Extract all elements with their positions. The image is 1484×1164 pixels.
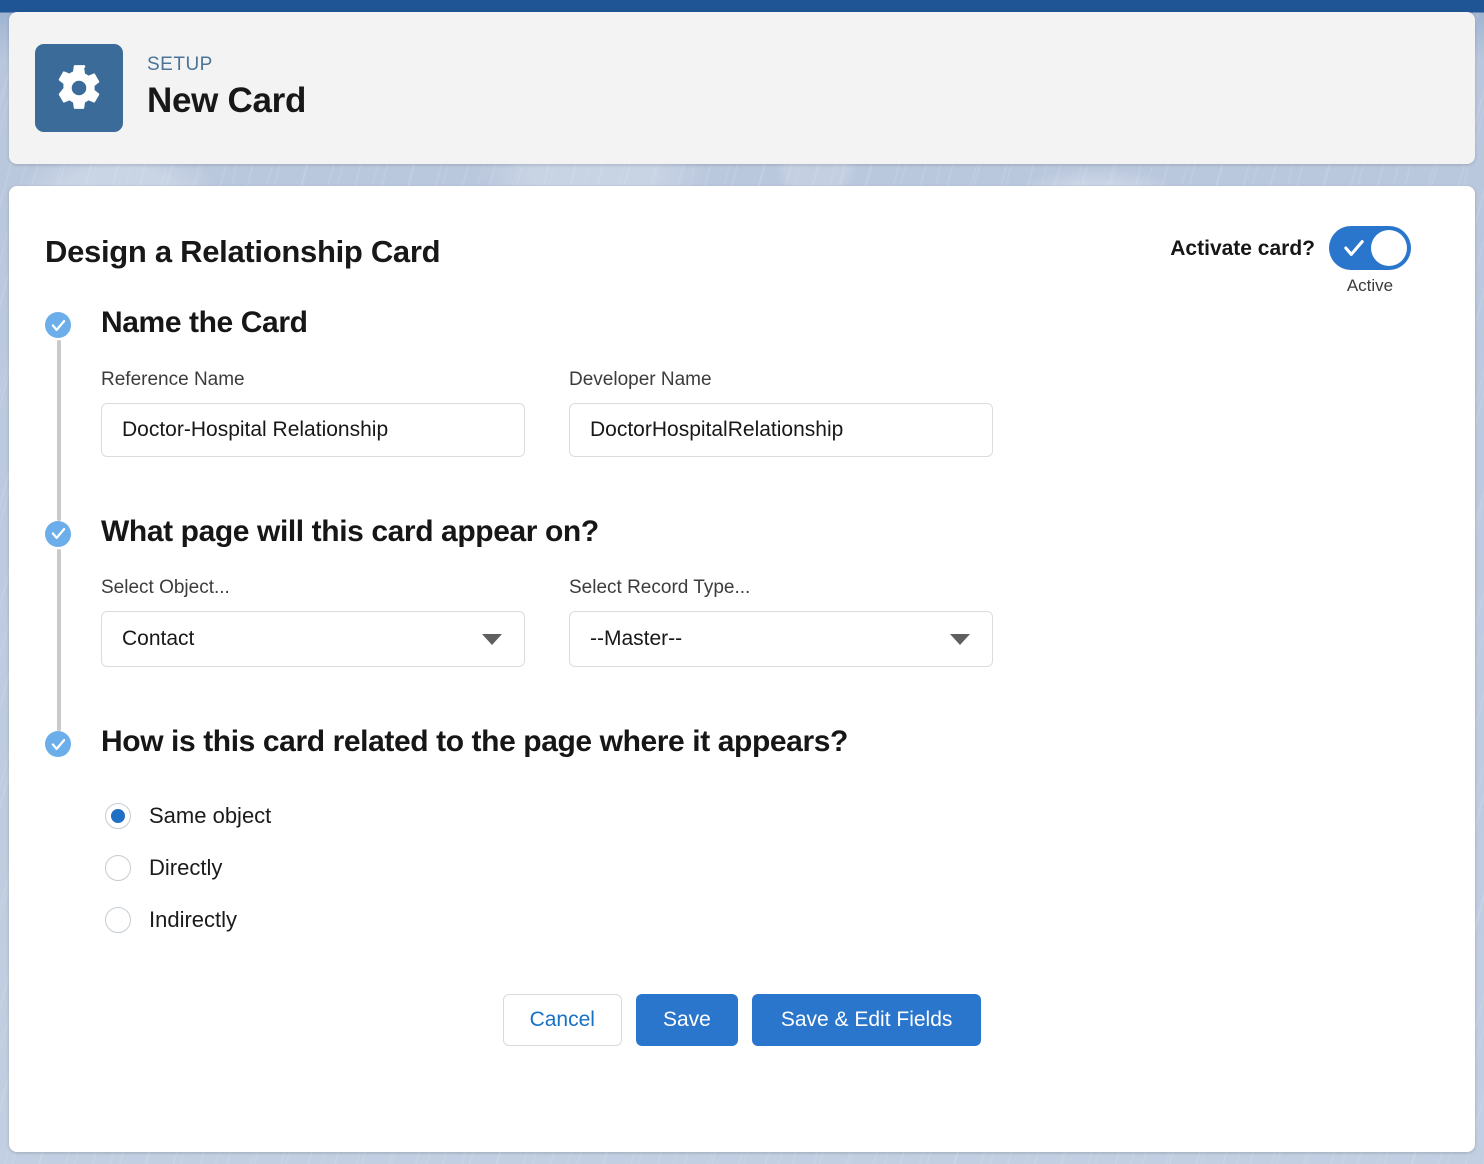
developer-name-field: Developer Name: [569, 369, 993, 457]
select-record-type-label: Select Record Type...: [569, 577, 993, 599]
developer-name-label: Developer Name: [569, 369, 993, 391]
developer-name-input[interactable]: [569, 403, 993, 457]
step-name-the-card: Name the Card Reference Name Developer N…: [45, 306, 1439, 515]
top-accent-strip: [0, 0, 1484, 12]
step-connector-line: [57, 549, 61, 732]
step-relationship-type: How is this card related to the page whe…: [45, 725, 1439, 946]
radio-label: Same object: [149, 803, 271, 829]
panel-header: Design a Relationship Card Activate card…: [9, 186, 1475, 306]
step-heading: How is this card related to the page whe…: [101, 725, 1439, 760]
radio-label: Directly: [149, 855, 222, 881]
radio-indicator: [105, 803, 131, 829]
select-object-value: Contact: [122, 627, 482, 651]
radio-indicator: [105, 855, 131, 881]
radio-indicator: [105, 907, 131, 933]
activate-card-label: Activate card?: [1170, 237, 1315, 261]
cancel-button[interactable]: Cancel: [503, 994, 622, 1046]
select-record-type-field: Select Record Type... --Master--: [569, 577, 993, 667]
chevron-down-icon: [950, 634, 970, 645]
chevron-down-icon: [482, 634, 502, 645]
step-complete-icon: [45, 312, 71, 338]
radio-option-directly[interactable]: Directly: [105, 842, 1439, 894]
step-heading: What page will this card appear on?: [101, 515, 1439, 550]
steps-container: Name the Card Reference Name Developer N…: [9, 306, 1475, 1046]
select-object-label: Select Object...: [101, 577, 525, 599]
radio-option-indirectly[interactable]: Indirectly: [105, 894, 1439, 946]
activate-card-control: Activate card? Active: [1170, 226, 1411, 296]
reference-name-field: Reference Name: [101, 369, 525, 457]
select-object-dropdown[interactable]: Contact: [101, 611, 525, 667]
setup-eyebrow: SETUP: [147, 55, 306, 76]
activate-card-toggle[interactable]: [1329, 226, 1411, 270]
select-object-field: Select Object... Contact: [101, 577, 525, 667]
relationship-radio-group: Same object Directly Indirectly: [101, 790, 1439, 946]
radio-label: Indirectly: [149, 907, 237, 933]
page-title: New Card: [147, 82, 306, 121]
activate-card-state: Active: [1347, 276, 1393, 296]
save-button[interactable]: Save: [636, 994, 738, 1046]
radio-option-same-object[interactable]: Same object: [105, 790, 1439, 842]
step-complete-icon: [45, 731, 71, 757]
check-icon: [1343, 238, 1365, 258]
select-record-type-dropdown[interactable]: --Master--: [569, 611, 993, 667]
footer-actions: Cancel Save Save & Edit Fields: [45, 994, 1439, 1046]
main-panel: Design a Relationship Card Activate card…: [9, 186, 1475, 1152]
reference-name-input[interactable]: [101, 403, 525, 457]
setup-header-card: SETUP New Card: [9, 12, 1475, 164]
step-complete-icon: [45, 521, 71, 547]
save-and-edit-fields-button[interactable]: Save & Edit Fields: [752, 994, 982, 1046]
select-record-type-value: --Master--: [590, 627, 950, 651]
reference-name-label: Reference Name: [101, 369, 525, 391]
gear-icon: [35, 44, 123, 132]
step-connector-line: [57, 340, 61, 521]
step-heading: Name the Card: [101, 306, 1439, 341]
step-page-selection: What page will this card appear on? Sele…: [45, 515, 1439, 726]
toggle-knob: [1371, 230, 1407, 266]
